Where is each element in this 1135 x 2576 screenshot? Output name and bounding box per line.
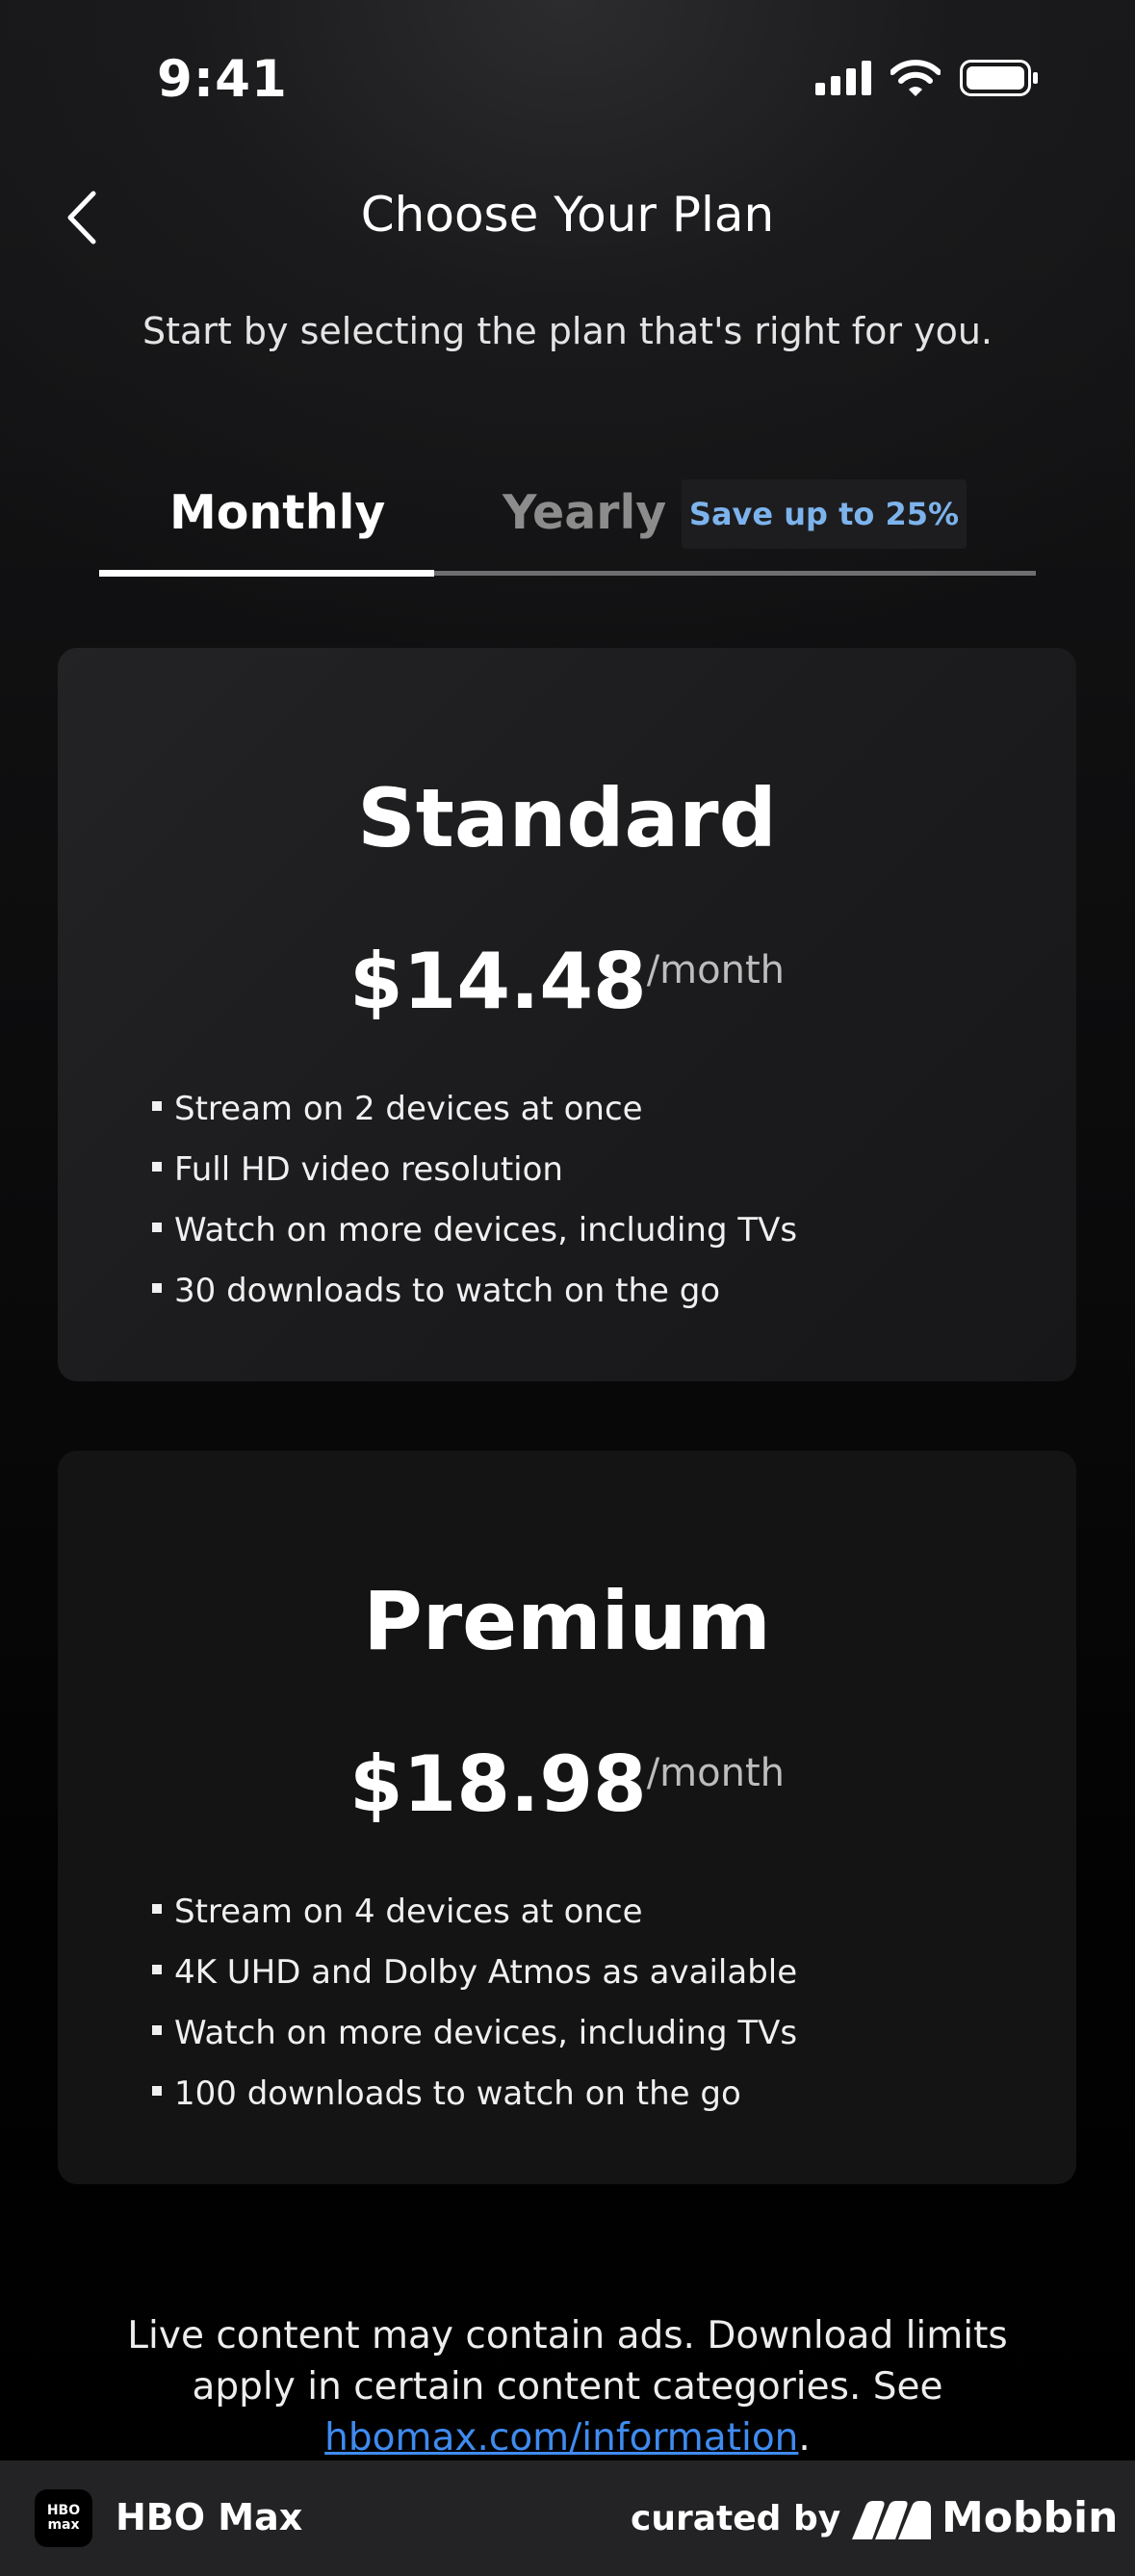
hbo-max-logo-icon: HBO max <box>35 2489 92 2547</box>
plan-feature: 100 downloads to watch on the go <box>152 2064 797 2125</box>
status-icons <box>815 60 1039 96</box>
app-name: HBO Max <box>116 2496 303 2538</box>
plan-feature: Watch on more devices, including TVs <box>152 1200 797 1261</box>
plan-period: /month <box>646 1751 786 1795</box>
plan-price: $14.48 <box>348 937 647 1026</box>
disclaimer-text: Live content may contain ads. Download l… <box>96 2310 1039 2463</box>
yearly-savings-badge: Save up to 25% <box>682 479 967 549</box>
information-link[interactable]: hbomax.com/information <box>324 2416 798 2460</box>
plan-feature: Stream on 4 devices at once <box>152 1882 797 1943</box>
plan-card-premium[interactable]: Premium $18.98/month Stream on 4 devices… <box>58 1451 1076 2184</box>
plan-period: /month <box>646 948 786 992</box>
page-subtitle: Start by selecting the plan that's right… <box>142 310 993 352</box>
plan-features: Stream on 4 devices at once 4K UHD and D… <box>152 1882 797 2125</box>
plan-feature: 4K UHD and Dolby Atmos as available <box>152 1943 797 2003</box>
plan-card-standard[interactable]: Standard $14.48/month Stream on 2 device… <box>58 648 1076 1381</box>
tab-monthly[interactable]: Monthly <box>169 485 385 540</box>
disclaimer-period: . <box>798 2416 811 2460</box>
curated-by-label: curated by <box>631 2499 841 2538</box>
battery-icon <box>960 60 1038 96</box>
logo-line-2: max <box>47 2517 80 2533</box>
plan-features: Stream on 2 devices at once Full HD vide… <box>152 1079 797 1322</box>
plan-selection-screen: 9:41 Choose Your Plan Start by selecting… <box>0 0 1135 2576</box>
plan-price: $18.98 <box>348 1739 647 1829</box>
plan-price-row: $14.48/month <box>58 937 1076 1026</box>
tab-yearly[interactable]: Yearly <box>503 485 666 540</box>
mobbin-logo-icon <box>852 2501 931 2539</box>
page-title: Choose Your Plan <box>360 187 775 243</box>
cellular-signal-icon <box>815 61 871 95</box>
disclaimer-body: Live content may contain ads. Download l… <box>127 2314 1008 2409</box>
mobbin-brand-name: Mobbin <box>942 2493 1119 2542</box>
tab-selected-indicator <box>99 570 434 577</box>
plan-feature: Full HD video resolution <box>152 1140 797 1200</box>
plan-name: Standard <box>357 771 777 865</box>
plan-feature: 30 downloads to watch on the go <box>152 1261 797 1322</box>
wifi-icon <box>890 60 941 96</box>
status-time: 9:41 <box>157 50 288 109</box>
plan-feature: Stream on 2 devices at once <box>152 1079 797 1140</box>
plan-price-row: $18.98/month <box>58 1739 1076 1829</box>
plan-name: Premium <box>363 1574 771 1668</box>
plan-feature: Watch on more devices, including TVs <box>152 2003 797 2064</box>
logo-line-1: HBO <box>46 2503 81 2518</box>
